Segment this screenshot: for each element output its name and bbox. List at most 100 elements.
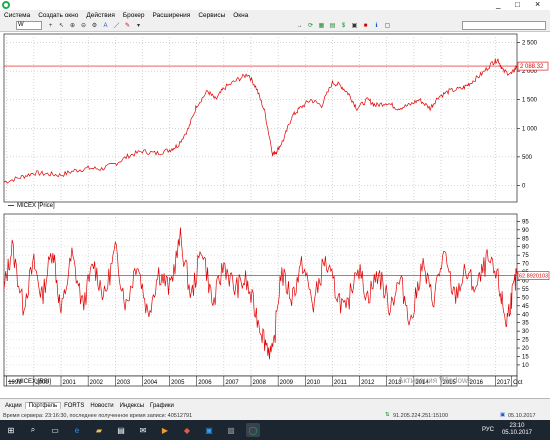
chart-canvas[interactable]: 2 5002 0001 5001 00050002 088.32 9590858… [0, 32, 550, 398]
menu-item-broker[interactable]: Брокер [121, 12, 147, 19]
price-axis-label: 500 [522, 155, 533, 161]
rsi-axis-label: 80 [522, 245, 529, 251]
menu-item-system[interactable]: Система [2, 12, 32, 19]
rsi-axis-label: 25 [522, 338, 529, 344]
rsi-axis-label: 35 [522, 321, 529, 327]
rsi-axis-label: 85 [522, 236, 529, 242]
refresh-icon[interactable]: ⟳ [306, 21, 315, 30]
zoom-in-icon[interactable]: ⊕ [68, 21, 77, 30]
player-icon[interactable]: ▶ [158, 423, 172, 437]
taskbar-lang[interactable]: РУС [482, 427, 494, 433]
menu-item-extensions[interactable]: Расширения [151, 12, 193, 19]
rsi-axis-label: 55 [522, 287, 529, 293]
quik-taskbar-icon[interactable]: ◯ [246, 423, 260, 437]
year-label: 2010 [307, 380, 321, 386]
year-label: Oct [513, 380, 523, 386]
rsi-plot-frame [3, 213, 518, 377]
rsi-axis-label: 40 [522, 312, 529, 318]
dropdown-icon[interactable]: ▾ [134, 21, 143, 30]
cursor-icon[interactable]: ↖ [57, 21, 66, 30]
tab-news[interactable]: Новости [87, 403, 116, 409]
app-icon-1[interactable]: ◆ [180, 423, 194, 437]
rsi-axis-label: 95 [522, 219, 529, 225]
menu-item-services[interactable]: Сервисы [196, 12, 227, 19]
chart-area[interactable]: 2 500 2 000 1 500 1 000 500 0 2 088.32 95 90 85 8… [0, 32, 550, 398]
zoom-out-icon[interactable]: ⊖ [79, 21, 88, 30]
plus-icon[interactable]: + [46, 21, 55, 30]
year-label: 2004 [144, 380, 158, 386]
year-label: 2011 [334, 380, 348, 386]
search-input[interactable] [462, 21, 546, 30]
rsi-value-label: 62.8920103 [519, 274, 548, 280]
menu-item-create-window[interactable]: Создать окно [36, 12, 80, 19]
info-icon[interactable]: ℹ [372, 21, 381, 30]
app-icon-2[interactable]: ▣ [202, 423, 216, 437]
minimize-button[interactable]: _ [496, 0, 500, 9]
rsi-pane: 95908580757065605550454035302520151062.8… [3, 213, 550, 377]
symbol-select[interactable]: W [16, 21, 42, 30]
year-label: 2005 [171, 380, 185, 386]
store-icon[interactable]: ▤ [114, 423, 128, 437]
window-icon[interactable]: ▢ [383, 21, 392, 30]
title-bar: _ □ × [0, 0, 550, 10]
price-caption-text: MICEX [Price] [17, 203, 55, 209]
rsi-axis-label: 10 [522, 363, 529, 369]
settings-icon[interactable]: ⚙ [90, 21, 99, 30]
windows-taskbar: ⊞ ⌕ ▭ e ▰ ▤ ✉ ▶ ◆ ▣ ▩ ◯ РУС 23:10 05.10.… [0, 420, 550, 440]
windows-activation-watermark: Активация Windows [398, 376, 472, 385]
mail-icon[interactable]: ✉ [136, 423, 150, 437]
tab-stocks[interactable]: Акции [2, 403, 25, 409]
taskbar-clock[interactable]: 23:10 05.10.2017 [502, 423, 532, 437]
pen-icon[interactable]: ✎ [123, 21, 132, 30]
add-chart-icon[interactable]: ▦ [317, 21, 326, 30]
toolbar: W + ↖ ⊕ ⊖ ⚙ A ／ ✎ ▾ → ⟳ ▦ ▤ $ ▣ ■ ℹ ▢ [0, 20, 550, 32]
tab-portfolio[interactable]: Портфель [24, 402, 62, 409]
year-label: 2003 [117, 380, 131, 386]
start-icon[interactable]: ⊞ [4, 423, 18, 437]
rsi-axis-label: 30 [522, 329, 529, 335]
connection-icon: ⇅ [385, 412, 390, 418]
year-label: 2001 [63, 380, 77, 386]
rsi-axis-label: 50 [522, 295, 529, 301]
rsi-pane-caption: MICEX [RSI] [8, 379, 51, 385]
year-label: 2016 [470, 380, 484, 386]
edge-icon[interactable]: e [70, 423, 84, 437]
price-pane-caption: MICEX [Price] [8, 203, 55, 209]
price-axis-label: 0 [522, 183, 526, 189]
close-button[interactable]: × [535, 0, 540, 9]
year-label: 2002 [90, 380, 104, 386]
rsi-axis-label: 45 [522, 304, 529, 310]
money-icon[interactable]: $ [339, 21, 348, 30]
rsi-axis-label: 90 [522, 228, 529, 234]
restore-button[interactable]: □ [515, 0, 520, 9]
lock-icon[interactable]: ▣ [350, 21, 359, 30]
text-tool-icon[interactable]: A [101, 21, 110, 30]
menu-item-actions[interactable]: Действия [84, 12, 116, 19]
year-label: 2009 [280, 380, 294, 386]
year-label: 2007 [225, 380, 239, 386]
calendar-icon: ▣ [500, 412, 506, 418]
folder-icon[interactable]: ▰ [92, 423, 106, 437]
app-icon-3[interactable]: ▩ [224, 423, 238, 437]
arrow-right-icon[interactable]: → [295, 21, 304, 30]
rsi-caption-line-icon [8, 380, 14, 382]
menu-bar: Система Создать окно Действия Брокер Рас… [0, 10, 550, 20]
price-caption-line-icon [8, 204, 14, 206]
line-tool-icon[interactable]: ／ [112, 21, 121, 30]
rsi-caption-text: MICEX [RSI] [17, 379, 52, 385]
menu-item-windows[interactable]: Окна [231, 12, 250, 19]
price-axis-label: 1 500 [522, 98, 538, 104]
task-view-icon[interactable]: ▭ [48, 423, 62, 437]
tab-indices[interactable]: Индексы [117, 403, 147, 409]
year-label: 2008 [253, 380, 267, 386]
tab-bar: Акции Портфель FORTS Новости Индексы Гра… [0, 398, 550, 412]
year-label: 2017 [497, 380, 511, 386]
chart-icon[interactable]: ▤ [328, 21, 337, 30]
tab-forts[interactable]: FORTS [61, 403, 87, 409]
price-axis-label: 2 500 [522, 41, 538, 47]
price-pane: 2 5002 0001 5001 00050002 088.32 [3, 33, 549, 203]
taskbar-date: 05.10.2017 [501, 430, 532, 436]
stop-icon[interactable]: ■ [361, 21, 370, 30]
search-icon[interactable]: ⌕ [26, 423, 40, 437]
tab-charts[interactable]: Графики [147, 403, 177, 409]
